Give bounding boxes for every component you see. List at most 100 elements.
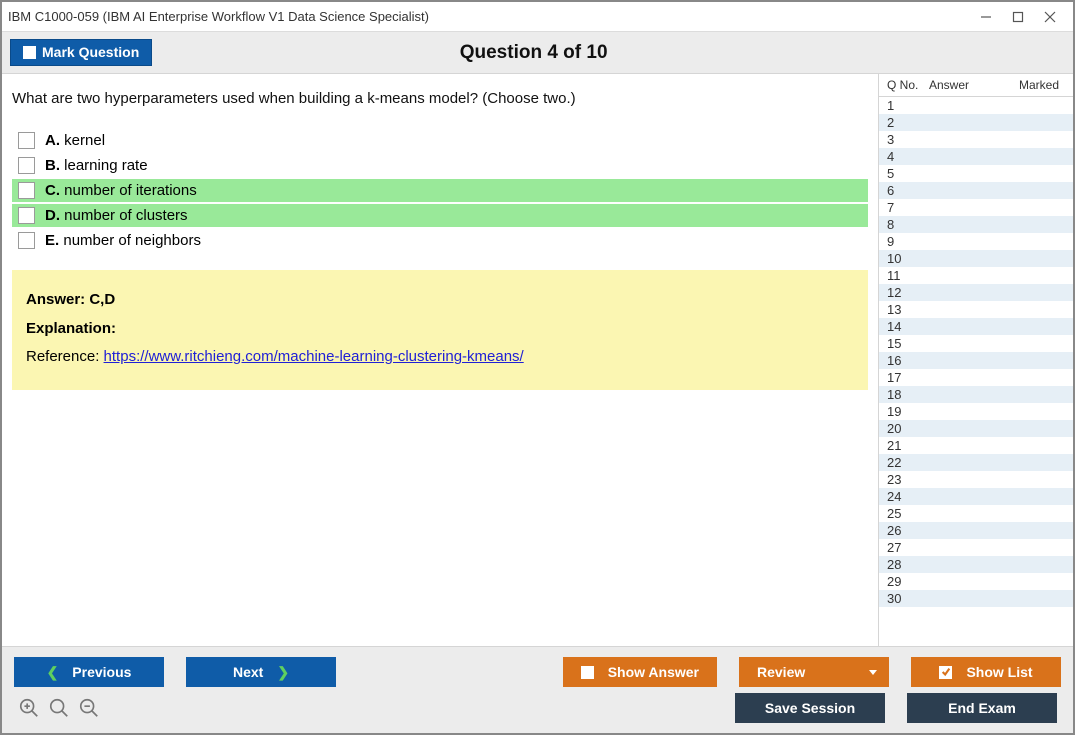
question-list-row[interactable]: 10 xyxy=(879,250,1073,267)
option-text: number of neighbors xyxy=(59,232,201,249)
question-list-row[interactable]: 22 xyxy=(879,454,1073,471)
answer-line: Answer: C,D xyxy=(26,286,854,315)
checkbox-checked-icon xyxy=(939,666,952,679)
zoom-out-icon[interactable] xyxy=(78,697,100,719)
question-list-row[interactable]: 21 xyxy=(879,437,1073,454)
question-list-row[interactable]: 27 xyxy=(879,539,1073,556)
question-list-row[interactable]: 23 xyxy=(879,471,1073,488)
close-icon[interactable] xyxy=(1043,10,1057,24)
button-row-2: Save Session End Exam xyxy=(14,687,1061,725)
col-answer: Answer xyxy=(929,78,991,92)
question-list-row[interactable]: 3 xyxy=(879,131,1073,148)
explanation-label: Explanation: xyxy=(26,315,854,344)
end-exam-button[interactable]: End Exam xyxy=(907,693,1057,723)
reference-link[interactable]: https://www.ritchieng.com/machine-learni… xyxy=(104,348,524,365)
show-answer-label: Show Answer xyxy=(608,664,699,680)
next-label: Next xyxy=(233,664,263,680)
chevron-down-icon xyxy=(869,670,877,675)
minimize-icon[interactable] xyxy=(979,10,993,24)
review-button[interactable]: Review xyxy=(739,657,889,687)
question-counter: Question 4 of 10 xyxy=(2,42,1065,64)
save-session-button[interactable]: Save Session xyxy=(735,693,885,723)
bottom-right-buttons: Save Session End Exam xyxy=(735,693,1057,723)
body-area: What are two hyperparameters used when b… xyxy=(2,74,1073,646)
button-row-1: ❮ Previous Next ❯ Show Answer Review Sho… xyxy=(14,657,1061,687)
zoom-icon[interactable] xyxy=(48,697,70,719)
question-list-header: Q No. Answer Marked xyxy=(879,74,1073,97)
question-list-row[interactable]: 2 xyxy=(879,114,1073,131)
question-list-row[interactable]: 30 xyxy=(879,590,1073,607)
option-letter: B. xyxy=(45,157,60,174)
reference-prefix: Reference: xyxy=(26,348,104,365)
option-checkbox[interactable] xyxy=(18,132,35,149)
option-label: E. number of neighbors xyxy=(45,232,864,249)
question-text: What are two hyperparameters used when b… xyxy=(12,90,868,107)
maximize-icon[interactable] xyxy=(1011,10,1025,24)
titlebar: IBM C1000-059 (IBM AI Enterprise Workflo… xyxy=(2,2,1073,32)
question-list-row[interactable]: 25 xyxy=(879,505,1073,522)
option-letter: E. xyxy=(45,232,59,249)
show-list-button[interactable]: Show List xyxy=(911,657,1061,687)
option-label: A. kernel xyxy=(45,132,864,149)
question-list-row[interactable]: 24 xyxy=(879,488,1073,505)
save-session-label: Save Session xyxy=(765,700,855,716)
show-answer-button[interactable]: Show Answer xyxy=(563,657,717,687)
app-window: IBM C1000-059 (IBM AI Enterprise Workflo… xyxy=(0,0,1075,735)
question-list-row[interactable]: 8 xyxy=(879,216,1073,233)
end-exam-label: End Exam xyxy=(948,700,1016,716)
option-row[interactable]: D. number of clusters xyxy=(12,204,868,227)
previous-label: Previous xyxy=(72,664,131,680)
answer-box: Answer: C,D Explanation: Reference: http… xyxy=(12,270,868,390)
option-checkbox[interactable] xyxy=(18,232,35,249)
question-list-row[interactable]: 29 xyxy=(879,573,1073,590)
next-button[interactable]: Next ❯ xyxy=(186,657,336,687)
option-text: learning rate xyxy=(60,157,148,174)
col-marked: Marked xyxy=(991,78,1067,92)
review-label: Review xyxy=(757,664,805,680)
question-list-panel: Q No. Answer Marked 12345678910111213141… xyxy=(878,74,1073,646)
question-list-row[interactable]: 28 xyxy=(879,556,1073,573)
question-list-row[interactable]: 26 xyxy=(879,522,1073,539)
question-list-row[interactable]: 1 xyxy=(879,97,1073,114)
option-row[interactable]: A. kernel xyxy=(12,129,868,152)
question-list-row[interactable]: 9 xyxy=(879,233,1073,250)
question-list-row[interactable]: 4 xyxy=(879,148,1073,165)
previous-button[interactable]: ❮ Previous xyxy=(14,657,164,687)
options-list: A. kernelB. learning rateC. number of it… xyxy=(12,129,868,252)
question-list-row[interactable]: 19 xyxy=(879,403,1073,420)
question-list-row[interactable]: 11 xyxy=(879,267,1073,284)
question-pane: What are two hyperparameters used when b… xyxy=(2,74,878,646)
question-list-row[interactable]: 17 xyxy=(879,369,1073,386)
question-list-row[interactable]: 12 xyxy=(879,284,1073,301)
question-list-row[interactable]: 5 xyxy=(879,165,1073,182)
option-row[interactable]: B. learning rate xyxy=(12,154,868,177)
question-list-row[interactable]: 16 xyxy=(879,352,1073,369)
question-list-row[interactable]: 20 xyxy=(879,420,1073,437)
window-title: IBM C1000-059 (IBM AI Enterprise Workflo… xyxy=(8,9,979,24)
question-list-row[interactable]: 6 xyxy=(879,182,1073,199)
option-checkbox[interactable] xyxy=(18,207,35,224)
option-text: number of clusters xyxy=(60,207,188,224)
question-list-row[interactable]: 14 xyxy=(879,318,1073,335)
option-letter: A. xyxy=(45,132,60,149)
chevron-left-icon: ❮ xyxy=(47,664,59,681)
option-row[interactable]: C. number of iterations xyxy=(12,179,868,202)
topbar: Mark Question Question 4 of 10 xyxy=(2,32,1073,74)
option-letter: C. xyxy=(45,182,60,199)
question-list-row[interactable]: 18 xyxy=(879,386,1073,403)
option-label: D. number of clusters xyxy=(45,207,864,224)
question-list-row[interactable]: 13 xyxy=(879,301,1073,318)
window-controls xyxy=(979,10,1067,24)
option-letter: D. xyxy=(45,207,60,224)
option-label: C. number of iterations xyxy=(45,182,864,199)
chevron-right-icon: ❯ xyxy=(277,664,289,681)
question-list-row[interactable]: 7 xyxy=(879,199,1073,216)
option-checkbox[interactable] xyxy=(18,157,35,174)
question-list-row[interactable]: 15 xyxy=(879,335,1073,352)
zoom-in-icon[interactable] xyxy=(18,697,40,719)
question-list-scroll[interactable]: 1234567891011121314151617181920212223242… xyxy=(879,97,1073,646)
option-text: number of iterations xyxy=(60,182,197,199)
option-checkbox[interactable] xyxy=(18,182,35,199)
option-row[interactable]: E. number of neighbors xyxy=(12,229,868,252)
col-qno: Q No. xyxy=(887,78,929,92)
